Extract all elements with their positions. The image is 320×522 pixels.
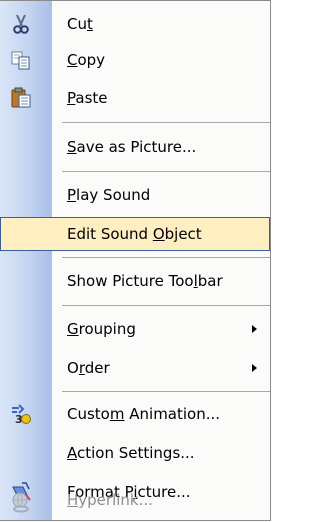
menu-item-label: Order [67, 359, 110, 377]
menu-item-copy[interactable]: Copy [0, 43, 270, 77]
menu-item-label: Action Settings... [67, 444, 195, 462]
custom-animation-icon: 3 [10, 403, 32, 426]
menu-item-label: Custom Animation... [67, 405, 221, 423]
menu-item-label: Grouping [67, 320, 136, 338]
menu-separator [62, 257, 270, 258]
menu-item-save-as-picture[interactable]: Save as Picture... [0, 130, 270, 164]
menu-item-hyperlink[interactable]: Hyperlink... [0, 483, 270, 517]
menu-item-play-sound[interactable]: Play Sound [0, 178, 270, 212]
scissors-icon [10, 13, 32, 35]
copy-icon [10, 49, 32, 71]
menu-separator [62, 391, 270, 392]
menu-item-custom-animation[interactable]: 3 Custom Animation... [0, 397, 270, 431]
menu-item-label: Cut [67, 15, 93, 33]
menu-item-label: Save as Picture... [67, 138, 197, 156]
menu-item-edit-sound-object[interactable]: Edit Sound Object [0, 217, 270, 251]
menu-item-label: Copy [67, 51, 106, 69]
menu-item-label: Hyperlink... [67, 491, 153, 509]
menu-item-order[interactable]: Order [0, 351, 270, 385]
paste-clipboard-icon [10, 87, 32, 109]
menu-separator [62, 122, 270, 123]
hyperlink-globe-icon [10, 491, 32, 513]
menu-item-label: Play Sound [67, 186, 151, 204]
menu-item-paste[interactable]: Paste [0, 81, 270, 115]
menu-separator [62, 171, 270, 172]
menu-item-action-settings[interactable]: Action Settings... [0, 436, 270, 470]
menu-item-cut[interactable]: Cut [0, 7, 270, 41]
submenu-arrow-icon [252, 364, 257, 372]
menu-item-show-picture-toolbar[interactable]: Show Picture Toolbar [0, 264, 270, 298]
menu-separator [62, 305, 270, 306]
context-menu: Cut Copy Paste Save as Picture... Play S… [0, 0, 271, 521]
submenu-arrow-icon [252, 325, 257, 333]
menu-item-grouping[interactable]: Grouping [0, 312, 270, 346]
menu-item-label: Edit Sound Object [67, 225, 202, 243]
menu-item-label: Show Picture Toolbar [67, 272, 223, 290]
menu-item-label: Paste [67, 89, 108, 107]
